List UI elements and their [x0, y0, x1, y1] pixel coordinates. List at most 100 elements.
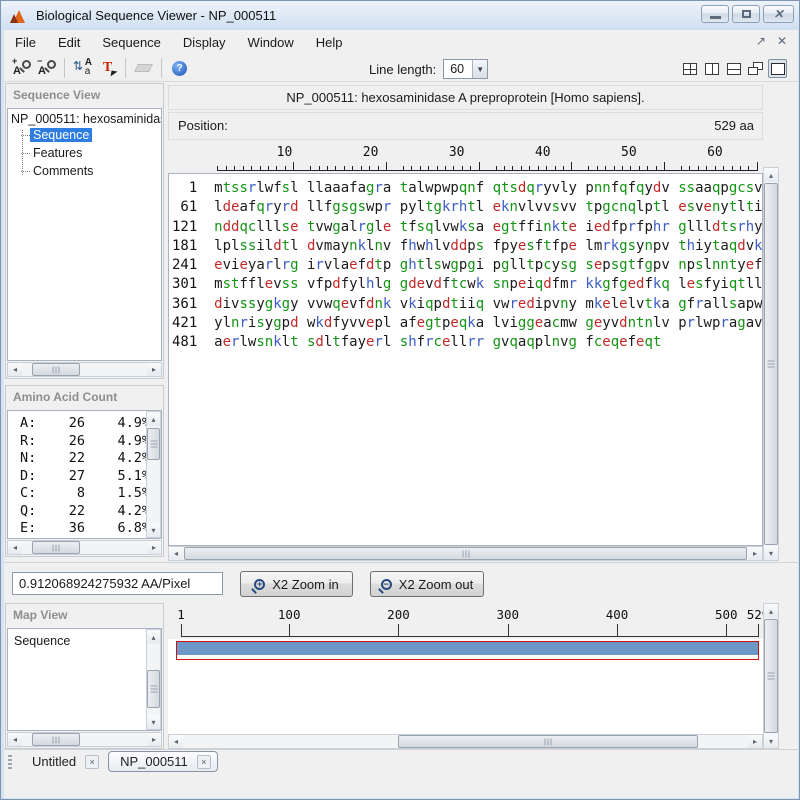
menu-edit[interactable]: Edit	[47, 30, 91, 55]
scroll-thumb[interactable]	[764, 183, 778, 545]
map-ruler-label: 1	[177, 607, 185, 622]
scroll-right-arrow-icon[interactable]: ▸	[147, 733, 161, 746]
menu-window[interactable]: Window	[237, 30, 305, 55]
layout-columns-icon[interactable]	[702, 59, 721, 78]
chevron-down-icon[interactable]: ▼	[472, 60, 488, 78]
line-length-select[interactable]: 60 ▼	[443, 59, 489, 79]
restore-button[interactable]	[732, 5, 760, 23]
document-tabbar: Untitled × NP_000511 ×	[4, 749, 798, 773]
scroll-left-arrow-icon[interactable]: ◂	[8, 733, 22, 746]
swap-case-icon[interactable]: ⇅ Aa	[70, 56, 95, 80]
format-color-icon[interactable]: T	[95, 56, 120, 80]
ruler-label: 60	[707, 145, 723, 160]
layout-rows-icon[interactable]	[724, 59, 743, 78]
scroll-thumb[interactable]	[32, 541, 80, 554]
tab-close-icon[interactable]: ×	[85, 754, 100, 769]
scroll-track[interactable]	[183, 547, 748, 560]
close-button[interactable]: ✕	[763, 5, 794, 23]
minimize-icon	[709, 16, 721, 19]
menu-help[interactable]: Help	[305, 30, 354, 55]
zoom-in-text-icon[interactable]: + A	[9, 56, 34, 80]
ruler-tick	[326, 166, 328, 171]
scroll-thumb[interactable]	[764, 619, 778, 733]
scroll-right-arrow-icon[interactable]: ▸	[748, 735, 762, 748]
scroll-down-arrow-icon[interactable]: ▾	[147, 523, 160, 537]
map-ruler-tick	[726, 624, 728, 636]
ruler-tick	[419, 166, 421, 171]
ruler-tick	[664, 162, 666, 171]
undock-icon[interactable]: ↗	[756, 34, 766, 48]
horizontal-scrollbar[interactable]: ◂ ▸	[7, 540, 162, 555]
horizontal-scrollbar[interactable]: ◂ ▸	[168, 546, 763, 561]
scroll-right-arrow-icon[interactable]: ▸	[748, 547, 762, 560]
aa-per-pixel-input[interactable]: 0.912068924275932 AA/Pixel	[12, 572, 223, 595]
vertical-scrollbar[interactable]: ▴ ▾	[146, 629, 161, 730]
tree-item-label: Sequence	[30, 128, 93, 142]
vertical-scrollbar[interactable]: ▴ ▾	[763, 603, 779, 749]
ruler-tick	[251, 166, 253, 171]
layout-cascade-icon[interactable]	[746, 59, 765, 78]
scroll-thumb[interactable]	[147, 670, 160, 708]
vertical-scrollbar[interactable]: ▴ ▾	[146, 411, 161, 538]
sequence-map-bar[interactable]	[176, 641, 759, 660]
scroll-left-arrow-icon[interactable]: ◂	[169, 735, 183, 748]
scroll-track[interactable]	[22, 363, 147, 376]
x2-zoom-in-button[interactable]: + X2 Zoom in	[240, 571, 353, 597]
map-ruler-tick	[398, 624, 400, 636]
scroll-up-arrow-icon[interactable]: ▴	[764, 168, 778, 182]
scroll-up-arrow-icon[interactable]: ▴	[147, 412, 160, 426]
tree-root-node[interactable]: NP_000511: hexosaminidase	[8, 109, 161, 126]
map-track-sequence[interactable]: Sequence	[8, 629, 161, 648]
scroll-up-arrow-icon[interactable]: ▴	[147, 630, 160, 644]
horizontal-scrollbar[interactable]: ◂ ▸	[7, 362, 162, 377]
tab-untitled[interactable]: Untitled ×	[21, 751, 105, 772]
layout-grid-icon[interactable]	[680, 59, 699, 78]
tree-item-sequence[interactable]: Sequence	[21, 126, 161, 144]
amino-acid-count-row: D: 27 5.1%	[20, 467, 151, 484]
scroll-thumb[interactable]	[184, 547, 747, 560]
scroll-up-arrow-icon[interactable]: ▴	[764, 604, 778, 618]
scroll-track[interactable]	[147, 426, 160, 523]
scroll-track[interactable]	[764, 618, 778, 734]
x2-zoom-out-button[interactable]: − X2 Zoom out	[370, 571, 484, 597]
scroll-down-arrow-icon[interactable]: ▾	[764, 546, 778, 560]
tab-close-icon[interactable]: ×	[196, 754, 211, 769]
scroll-track[interactable]	[183, 735, 748, 748]
scroll-right-arrow-icon[interactable]: ▸	[147, 363, 161, 376]
tree-item-comments[interactable]: Comments	[21, 162, 161, 180]
scroll-thumb[interactable]	[32, 363, 80, 376]
zoom-out-text-icon[interactable]: − A	[34, 56, 59, 80]
tabbar-grip[interactable]	[8, 754, 12, 769]
scroll-thumb[interactable]	[147, 428, 160, 460]
tree-item-features[interactable]: Features	[21, 144, 161, 162]
scroll-left-arrow-icon[interactable]: ◂	[169, 547, 183, 560]
scroll-track[interactable]	[22, 733, 147, 746]
scroll-right-arrow-icon[interactable]: ▸	[147, 541, 161, 554]
scroll-left-arrow-icon[interactable]: ◂	[8, 363, 22, 376]
scroll-down-arrow-icon[interactable]: ▾	[147, 715, 160, 729]
scroll-track[interactable]	[22, 541, 147, 554]
scroll-thumb[interactable]	[32, 733, 80, 746]
tab-np-000511[interactable]: NP_000511 ×	[108, 751, 218, 772]
vertical-scrollbar[interactable]: ▴ ▾	[763, 167, 779, 561]
titlebar: Biological Sequence Viewer - NP_000511 ✕	[1, 1, 799, 30]
map-view-panel: Map View Sequence ▴ ▾ ◂ ▸	[5, 603, 164, 749]
sequence-line-number: 1	[172, 180, 215, 196]
scroll-track[interactable]	[147, 644, 160, 715]
horizontal-scrollbar[interactable]: ◂ ▸	[168, 734, 763, 749]
scroll-down-arrow-icon[interactable]: ▾	[764, 734, 778, 748]
horizontal-scrollbar[interactable]: ◂ ▸	[7, 732, 162, 747]
menubar-close-icon[interactable]: ✕	[777, 34, 787, 48]
menu-sequence[interactable]: Sequence	[91, 30, 172, 55]
scroll-left-arrow-icon[interactable]: ◂	[8, 541, 22, 554]
sequence-display[interactable]: 1 mtssrlwfsl llaaafagra talwpwpqnf qtsdq…	[168, 173, 763, 546]
menu-display[interactable]: Display	[172, 30, 237, 55]
scroll-thumb[interactable]	[398, 735, 698, 748]
minimize-button[interactable]	[701, 5, 729, 23]
ruler-tick	[723, 166, 725, 171]
menu-file[interactable]: File	[4, 30, 47, 55]
help-icon[interactable]: ?	[167, 56, 192, 80]
scroll-track[interactable]	[764, 182, 778, 546]
layout-single-icon[interactable]	[768, 59, 787, 78]
scroll-thumb-grip	[52, 544, 60, 551]
